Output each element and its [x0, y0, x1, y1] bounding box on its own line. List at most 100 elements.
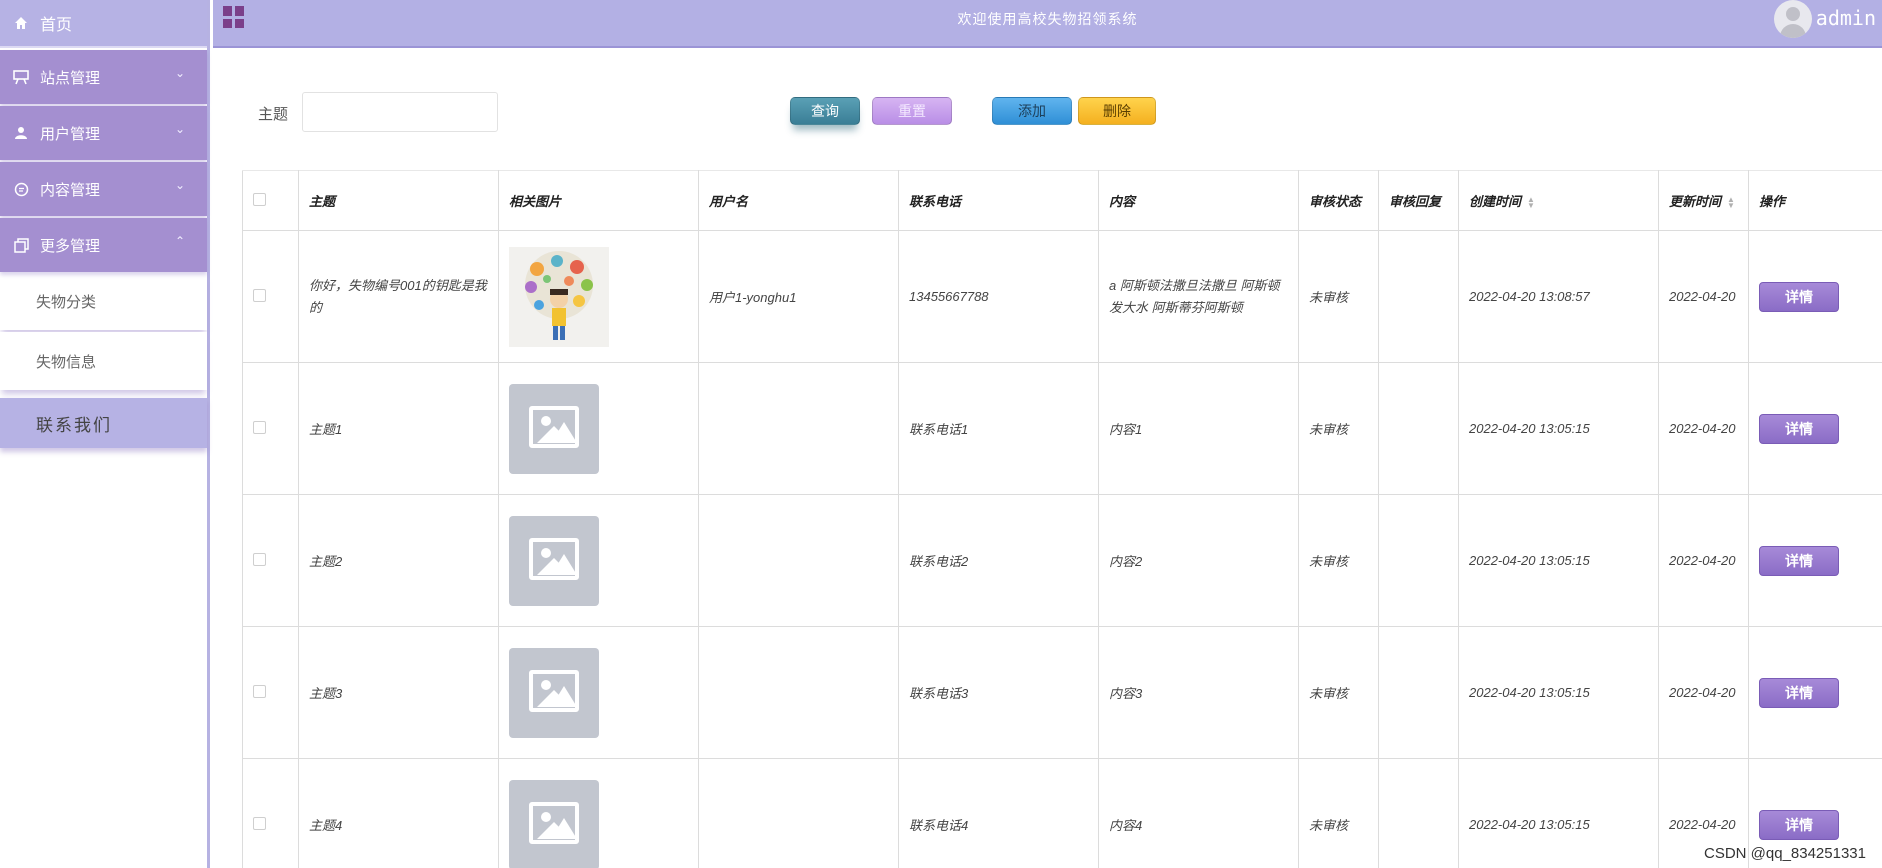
sort-icon[interactable]: ▲ ▼ [1727, 195, 1735, 209]
cell-reply [1378, 626, 1459, 759]
detail-button[interactable]: 详情 [1759, 809, 1839, 840]
sidebar-menu-site[interactable]: 站点管理 ⌄ [0, 50, 207, 104]
table-row: 主题2 联系电话2 内容2 未审核 2022-04-20 13:05:15 20… [242, 494, 1882, 627]
sort-icon[interactable]: ▲ ▼ [1527, 195, 1535, 209]
header-reply: 审核回复 [1378, 170, 1459, 231]
sidebar-menu-label: 用户管理 [40, 124, 101, 143]
select-all-checkbox[interactable] [253, 192, 266, 206]
header-username: 用户名 [698, 170, 899, 231]
query-button[interactable]: 查询 [790, 97, 860, 125]
detail-button[interactable]: 详情 [1759, 545, 1839, 576]
cell-status: 未审核 [1298, 362, 1379, 495]
delete-button[interactable]: 删除 [1078, 97, 1156, 125]
cell-created: 2022-04-20 13:05:15 [1458, 362, 1659, 495]
header-content: 内容 [1098, 170, 1299, 231]
image-placeholder-icon[interactable] [509, 515, 599, 606]
image-placeholder-icon[interactable] [509, 647, 599, 738]
reset-button[interactable]: 重置 [872, 97, 952, 125]
header-updated[interactable]: 更新时间 ▲ ▼ [1658, 170, 1749, 231]
cell-image [498, 758, 699, 868]
header-phone: 联系电话 [898, 170, 1099, 231]
avatar[interactable] [1774, 0, 1812, 38]
sidebar-item-label: 首页 [40, 15, 73, 34]
add-button[interactable]: 添加 [992, 97, 1072, 125]
chat-icon [10, 182, 32, 197]
cell-subject: 主题2 [298, 494, 499, 627]
image-placeholder-icon[interactable] [509, 779, 599, 868]
cell-subject: 主题4 [298, 758, 499, 868]
cell-status: 未审核 [1298, 758, 1379, 868]
row-select-cell [242, 758, 299, 868]
image-placeholder-icon[interactable] [509, 383, 599, 474]
detail-button[interactable]: 详情 [1759, 413, 1839, 444]
sidebar: 首页 站点管理 ⌄ 用户管理 ⌄ 内容管理 ⌄ 更多管理 ⌃ 失物分类 失物信息 [0, 0, 210, 868]
cell-image [498, 230, 699, 363]
sidebar-menu-label: 内容管理 [40, 180, 101, 199]
row-select-cell [242, 230, 299, 363]
cell-image [498, 362, 699, 495]
user-name[interactable]: admin [1816, 6, 1876, 30]
cell-phone: 联系电话1 [898, 362, 1099, 495]
sidebar-item-label: 失物信息 [36, 352, 97, 371]
row-checkbox[interactable] [253, 288, 266, 302]
table-row: 主题4 联系电话4 内容4 未审核 2022-04-20 13:05:15 20… [242, 758, 1882, 868]
home-icon [10, 16, 32, 30]
cell-reply [1378, 494, 1459, 627]
cell-image [498, 494, 699, 627]
select-all-cell [242, 170, 299, 231]
page-title: 欢迎使用高校失物招领系统 [957, 12, 1138, 28]
header-image: 相关图片 [498, 170, 699, 231]
lost-item-photo[interactable] [509, 246, 609, 347]
easel-icon [10, 69, 32, 85]
sidebar-item-home[interactable]: 首页 [0, 0, 207, 48]
chevron-down-icon: ⌄ [174, 122, 185, 136]
cell-updated: 2022-04-20 [1658, 362, 1749, 495]
cell-updated: 2022-04-20 [1658, 494, 1749, 627]
sidebar-menu-user[interactable]: 用户管理 ⌄ [0, 106, 207, 160]
search-input[interactable] [302, 92, 498, 132]
cell-username [698, 494, 899, 627]
row-checkbox[interactable] [253, 552, 266, 566]
chevron-up-icon: ⌃ [174, 234, 185, 248]
row-checkbox[interactable] [253, 684, 266, 698]
row-select-cell [242, 626, 299, 759]
cell-phone: 联系电话2 [898, 494, 1099, 627]
sidebar-item-label: 联系我们 [36, 415, 112, 436]
table-row: 主题3 联系电话3 内容3 未审核 2022-04-20 13:05:15 20… [242, 626, 1882, 759]
cell-phone: 13455667788 [898, 230, 1099, 363]
header-actions: 操作 [1748, 170, 1882, 231]
cell-subject: 主题3 [298, 626, 499, 759]
cell-username: 用户1-yonghu1 [698, 230, 899, 363]
cell-actions: 详情 [1748, 230, 1882, 363]
sidebar-menu-content[interactable]: 内容管理 ⌄ [0, 162, 207, 216]
detail-button[interactable]: 详情 [1759, 281, 1839, 312]
cell-reply [1378, 362, 1459, 495]
cell-status: 未审核 [1298, 230, 1379, 363]
sidebar-menu-more[interactable]: 更多管理 ⌃ [0, 218, 207, 272]
sidebar-menu-label: 站点管理 [40, 68, 101, 87]
watermark: CSDN @qq_834251331 [1703, 845, 1866, 862]
row-select-cell [242, 362, 299, 495]
cell-created: 2022-04-20 13:05:15 [1458, 626, 1659, 759]
cell-subject: 你好，失物编号001的钥匙是我的 [298, 230, 499, 363]
cell-content: 内容1 [1098, 362, 1299, 495]
row-checkbox[interactable] [253, 816, 266, 830]
header-created[interactable]: 创建时间 ▲ ▼ [1458, 170, 1659, 231]
copy-icon [10, 237, 32, 253]
cell-content: 内容4 [1098, 758, 1299, 868]
detail-button[interactable]: 详情 [1759, 677, 1839, 708]
cell-username [698, 758, 899, 868]
cell-actions: 详情 [1748, 626, 1882, 759]
cell-created: 2022-04-20 13:05:15 [1458, 494, 1659, 627]
row-checkbox[interactable] [253, 420, 266, 434]
table-header-row: 主题 相关图片 用户名 联系电话 内容 审核状态 审核回复 创建时间 ▲ ▼ 更新时… [242, 170, 1882, 231]
sidebar-item-lost-info[interactable]: 失物信息 [0, 332, 207, 390]
cell-created: 2022-04-20 13:08:57 [1458, 230, 1659, 363]
header-status: 审核状态 [1298, 170, 1379, 231]
sidebar-menu-label: 更多管理 [40, 236, 101, 255]
sidebar-item-contact-us[interactable]: 联系我们 [0, 398, 207, 448]
header-created-label: 创建时间 [1469, 194, 1522, 209]
cell-updated: 2022-04-20 [1658, 626, 1749, 759]
sidebar-item-lost-category[interactable]: 失物分类 [0, 272, 207, 330]
table-row: 主题1 联系电话1 内容1 未审核 2022-04-20 13:05:15 20… [242, 362, 1882, 495]
